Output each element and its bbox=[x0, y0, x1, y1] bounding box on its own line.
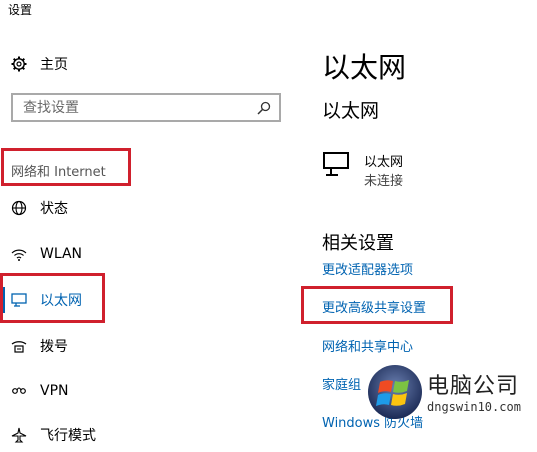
highlight-box-ethernet bbox=[0, 273, 105, 323]
windows-logo-icon bbox=[367, 364, 423, 420]
sidebar-item-label: 拨号 bbox=[40, 339, 68, 355]
sidebar-item-label: 飞行模式 bbox=[40, 428, 96, 444]
airplane-icon bbox=[10, 426, 28, 444]
sidebar-item-wlan[interactable]: WLAN bbox=[0, 237, 290, 271]
search-input[interactable] bbox=[21, 98, 253, 117]
watermark-url: dngswin10.com bbox=[427, 400, 521, 414]
search-box[interactable] bbox=[11, 93, 281, 122]
network-status: 未连接 bbox=[364, 174, 404, 189]
link-homegroup[interactable]: 家庭组 bbox=[322, 374, 361, 393]
link-change-adapter-options[interactable]: 更改适配器选项 bbox=[322, 259, 413, 278]
sidebar-item-label: WLAN bbox=[40, 246, 83, 262]
sidebar-item-status[interactable]: 状态 bbox=[0, 191, 290, 225]
sidebar-item-label: 状态 bbox=[40, 201, 68, 217]
sidebar-item-airplane[interactable]: 飞行模式 bbox=[0, 418, 290, 452]
watermark-name: 电脑公司 bbox=[427, 374, 520, 399]
status-globe-icon bbox=[10, 199, 28, 217]
vpn-icon bbox=[10, 382, 28, 400]
page-title: 以太网 bbox=[322, 51, 407, 84]
highlight-box-advanced-sharing bbox=[301, 286, 453, 324]
sidebar-item-label: VPN bbox=[40, 383, 69, 399]
dialup-icon bbox=[10, 337, 28, 355]
gear-icon bbox=[10, 55, 28, 73]
search-icon[interactable] bbox=[253, 101, 275, 115]
sidebar-item-label: 主页 bbox=[40, 57, 68, 73]
link-network-sharing-center[interactable]: 网络和共享中心 bbox=[322, 336, 413, 355]
section-title-ethernet: 以太网 bbox=[322, 100, 380, 122]
wifi-icon bbox=[10, 245, 28, 263]
section-title-network: 网络和 Internet bbox=[1, 148, 131, 186]
sidebar-item-dialup[interactable]: 拨号 bbox=[0, 329, 290, 363]
related-settings-title: 相关设置 bbox=[322, 233, 394, 254]
network-adapter-icon bbox=[322, 151, 352, 183]
sidebar-item-vpn[interactable]: VPN bbox=[0, 374, 290, 408]
window-title: 设置 bbox=[8, 3, 33, 17]
sidebar-item-home[interactable]: 主页 bbox=[0, 47, 290, 81]
network-name[interactable]: 以太网 bbox=[364, 151, 403, 170]
